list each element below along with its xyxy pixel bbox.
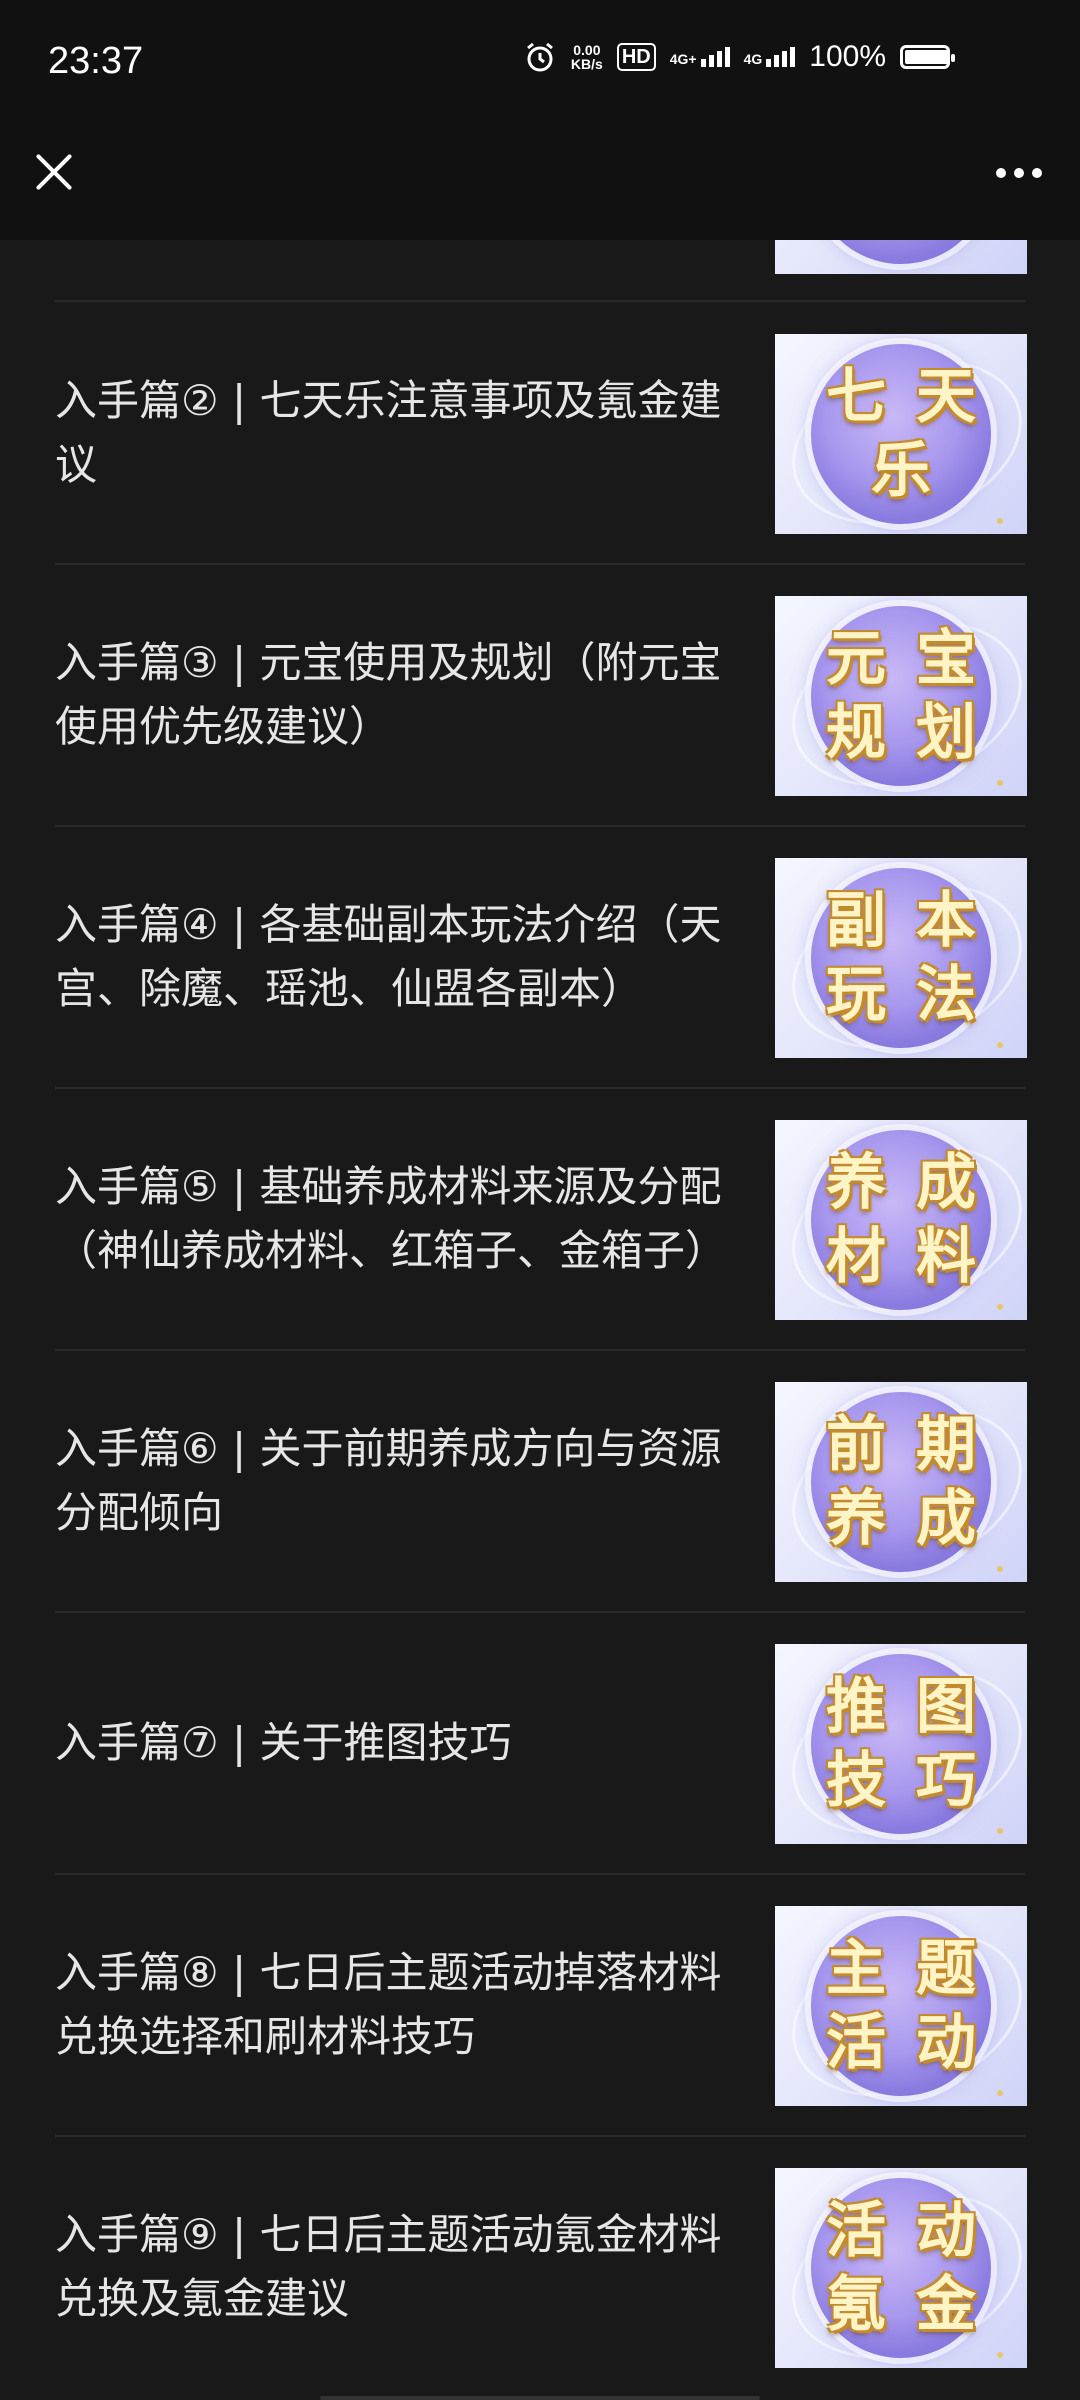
item-thumbnail: 推图技巧: [775, 1644, 1027, 1844]
status-icons: 0.00 KB/s HD 4G+ 4G 100%: [523, 40, 955, 74]
item-title: 入手篇⑧ | 七日后主题活动掉落材料兑换选择和刷材料技巧: [55, 1948, 722, 2061]
item-title: 入手篇⑨ | 七日后主题活动氪金材料兑换及氪金建议: [55, 2210, 722, 2323]
status-bar: 23:37 0.00 KB/s HD 4G+ 4G 100%: [0, 0, 1080, 130]
item-thumbnail: 养成材料: [775, 1120, 1027, 1320]
status-time: 23:37: [48, 40, 144, 82]
item-thumbnail: 前期养成: [775, 1382, 1027, 1582]
battery-percent: 100%: [809, 40, 886, 73]
list-item[interactable]: 入手篇⑧ | 七日后主题活动掉落材料兑换选择和刷材料技巧主题活动: [0, 1874, 1080, 2137]
item-thumbnail: 副本玩法: [775, 858, 1027, 1058]
hd-icon: HD: [616, 43, 656, 71]
top-bar: [0, 130, 1080, 240]
list-item[interactable]: 入手篇⑨ | 七日后主题活动氪金材料兑换及氪金建议活动氪金: [0, 2136, 1080, 2398]
list-item[interactable]: 入手篇⑦ | 关于推图技巧 推图技巧: [0, 1612, 1080, 1875]
alarm-icon: [526, 42, 553, 72]
close-icon[interactable]: [30, 148, 78, 196]
network-speed: 0.00 KB/s: [570, 42, 603, 72]
item-title: 入手篇⑥ | 关于前期养成方向与资源分配倾向: [55, 1424, 722, 1537]
battery-icon: [900, 45, 955, 69]
item-thumbnail: 主题活动: [775, 1906, 1027, 2106]
item-title: 入手篇④ | 各基础副本玩法介绍（天宫、除魔、瑶池、仙盟各副本）: [55, 900, 722, 1013]
signal-sim2-icon: 4G: [744, 47, 796, 67]
list-item[interactable]: 入手篇⑥ | 关于前期养成方向与资源分配倾向前期养成: [0, 1350, 1080, 1613]
list-item[interactable]: 入手篇③ | 元宝使用及规划（附元宝使用优先级建议） 元宝规划: [0, 564, 1080, 827]
item-thumbnail: 元宝规划: [775, 596, 1027, 796]
item-thumbnail: 七天乐: [775, 334, 1027, 534]
list-item[interactable]: 入手篇② | 七天乐注意事项及氪金建议七天乐: [0, 302, 1080, 565]
list-item[interactable]: 入手篇⑤ | 基础养成材料来源及分配（神仙养成材料、红箱子、金箱子） 养成材料: [0, 1088, 1080, 1351]
more-options-icon[interactable]: [996, 168, 1042, 178]
item-title: 入手篇③ | 元宝使用及规划（附元宝使用优先级建议）: [55, 638, 722, 751]
item-title: 入手篇② | 七天乐注意事项及氪金建议: [55, 376, 722, 489]
item-title: 入手篇⑦ | 关于推图技巧: [55, 1718, 512, 1767]
list-item[interactable]: 入手篇④ | 各基础副本玩法介绍（天宫、除魔、瑶池、仙盟各副本） 副本玩法: [0, 826, 1080, 1089]
signal-sim1-icon: 4G+: [670, 47, 730, 67]
item-title: 入手篇⑤ | 基础养成材料来源及分配（神仙养成材料、红箱子、金箱子）: [55, 1162, 728, 1275]
item-thumbnail: 活动氪金: [775, 2168, 1027, 2368]
previous-item-thumbnail: [775, 240, 1027, 274]
home-indicator: [320, 2396, 760, 2400]
